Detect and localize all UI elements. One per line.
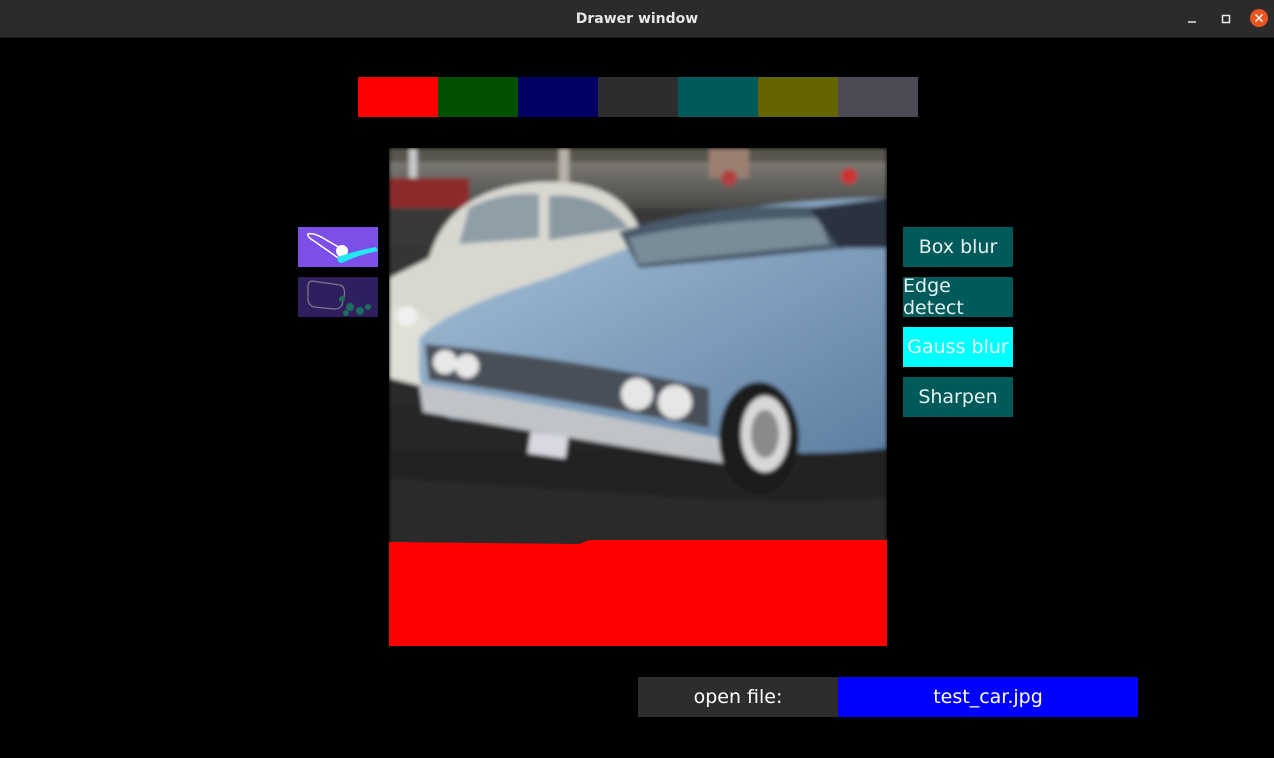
car-photo bbox=[389, 148, 887, 646]
brush-icon bbox=[307, 232, 378, 263]
swatch-slate-gray[interactable] bbox=[838, 77, 918, 117]
drawing-canvas[interactable] bbox=[389, 148, 887, 646]
maximize-icon[interactable] bbox=[1216, 9, 1236, 29]
edge-detect-button[interactable]: Edge detect bbox=[903, 275, 1013, 319]
sharpen-button[interactable]: Sharpen bbox=[903, 377, 1013, 417]
gauss-blur-button[interactable]: Gauss blur bbox=[903, 327, 1013, 367]
minimize-icon[interactable] bbox=[1182, 9, 1202, 29]
swatch-navy[interactable] bbox=[518, 77, 598, 117]
swatch-dark-green[interactable] bbox=[438, 77, 518, 117]
window-title: Drawer window bbox=[575, 10, 699, 27]
swatch-teal[interactable] bbox=[678, 77, 758, 117]
file-name-field[interactable]: test_car.jpg bbox=[838, 677, 1138, 717]
paint-bucket-icon bbox=[307, 280, 371, 316]
swatch-olive[interactable] bbox=[758, 77, 838, 117]
brush-tool-button[interactable] bbox=[298, 227, 378, 267]
bucket-tool-button[interactable] bbox=[298, 277, 378, 317]
box-blur-button[interactable]: Box blur bbox=[903, 227, 1013, 267]
swatch-dark-gray[interactable] bbox=[598, 77, 678, 117]
title-bar: Drawer window bbox=[0, 0, 1274, 38]
drawer-content: Box blur Edge detect Gauss blur Sharpen … bbox=[0, 38, 1274, 758]
open-file-label: open file: bbox=[638, 677, 838, 717]
color-palette bbox=[358, 77, 918, 117]
close-icon[interactable] bbox=[1250, 9, 1268, 27]
swatch-red[interactable] bbox=[358, 77, 438, 117]
